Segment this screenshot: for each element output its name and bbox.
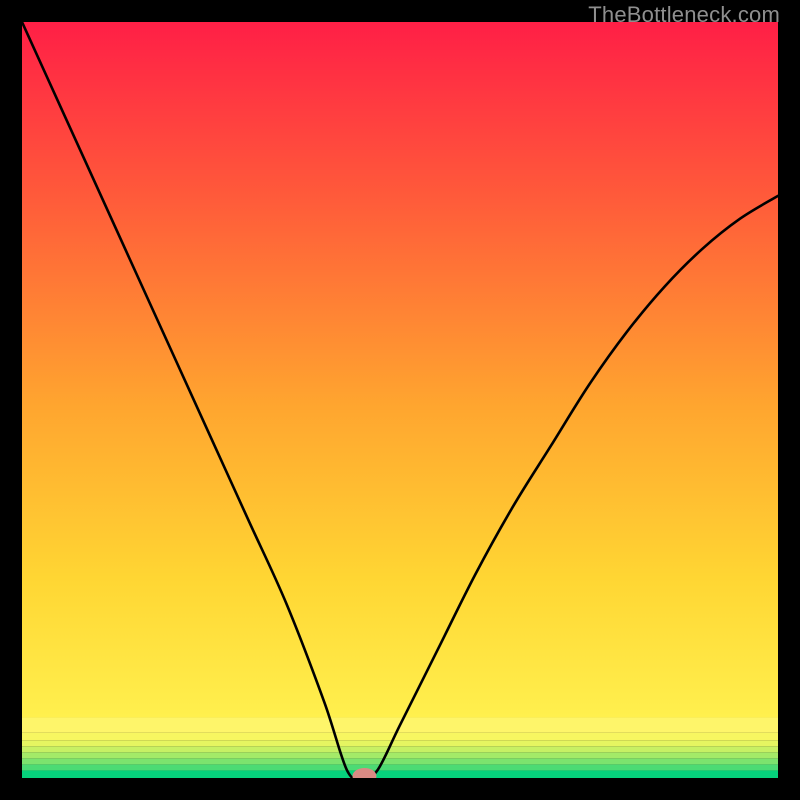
plot-area [22,22,778,778]
gradient-band [22,764,778,770]
chart-frame: TheBottleneck.com [0,0,800,800]
chart-svg [22,22,778,778]
gradient-band [22,752,778,758]
gradient-band [22,22,778,718]
watermark-text: TheBottleneck.com [588,2,780,28]
gradient-band [22,733,778,741]
gradient-band [22,746,778,752]
gradient-band [22,740,778,746]
gradient-band [22,758,778,764]
gradient-band [22,770,778,778]
